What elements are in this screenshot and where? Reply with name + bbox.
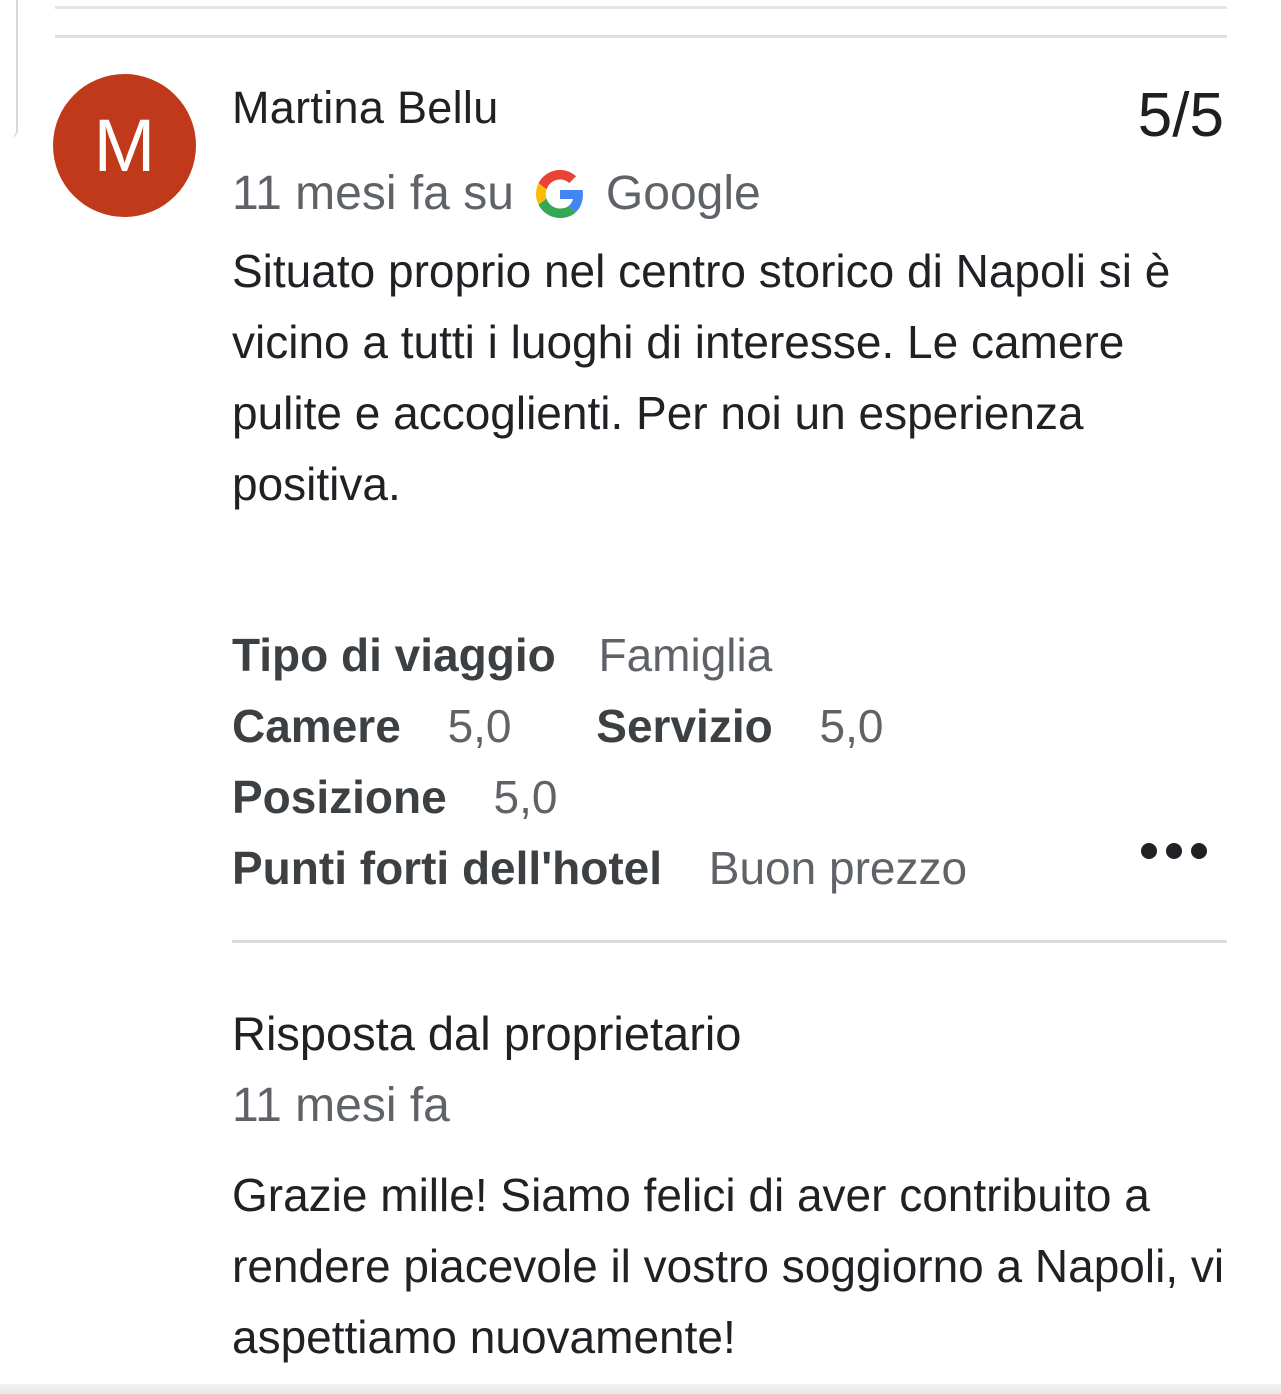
- review-meta: 11 mesi fa su Google: [232, 166, 761, 221]
- bottom-divider: [0, 1384, 1281, 1394]
- previous-panel-edge: [0, 0, 18, 138]
- reply-divider: [232, 940, 1227, 943]
- service-value: 5,0: [819, 700, 884, 752]
- review-text: Situato proprio nel centro storico di Na…: [232, 245, 1171, 510]
- review-time: 11 mesi fa su: [232, 167, 514, 220]
- review-source: Google: [605, 167, 761, 220]
- more-dot: [1166, 843, 1182, 859]
- trip-type-value: Famiglia: [598, 629, 773, 681]
- highlights-label: Punti forti dell'hotel: [232, 842, 663, 894]
- trip-type-row: Tipo di viaggio Famiglia: [232, 628, 772, 682]
- reviewer-name[interactable]: Martina Bellu: [232, 82, 499, 134]
- location-label: Posizione: [232, 771, 447, 823]
- review-score: 5/5: [1137, 81, 1224, 150]
- rooms-label: Camere: [232, 700, 401, 752]
- service-label: Servizio: [596, 700, 773, 752]
- rooms-value: 5,0: [447, 700, 512, 752]
- owner-reply-time: 11 mesi fa: [232, 1079, 450, 1132]
- location-row: Posizione 5,0: [232, 770, 557, 824]
- avatar[interactable]: M: [53, 74, 196, 217]
- top-divider: [55, 6, 1227, 9]
- google-g-icon: [535, 169, 583, 218]
- highlights-value: Buon prezzo: [708, 842, 968, 894]
- owner-reply-title: Risposta dal proprietario: [232, 1007, 742, 1060]
- highlights-row: Punti forti dell'hotel Buon prezzo: [232, 841, 967, 895]
- location-value: 5,0: [493, 771, 558, 823]
- avatar-letter: M: [93, 104, 156, 187]
- more-dot: [1141, 843, 1157, 859]
- review-divider: [55, 35, 1227, 38]
- owner-reply-text: Grazie mille! Siamo felici di aver contr…: [232, 1169, 1225, 1363]
- trip-type-label: Tipo di viaggio: [232, 629, 556, 681]
- ratings-row: Camere 5,0 Servizio 5,0: [232, 699, 883, 753]
- more-dot: [1191, 843, 1207, 859]
- more-horizontal-icon[interactable]: [1141, 839, 1207, 863]
